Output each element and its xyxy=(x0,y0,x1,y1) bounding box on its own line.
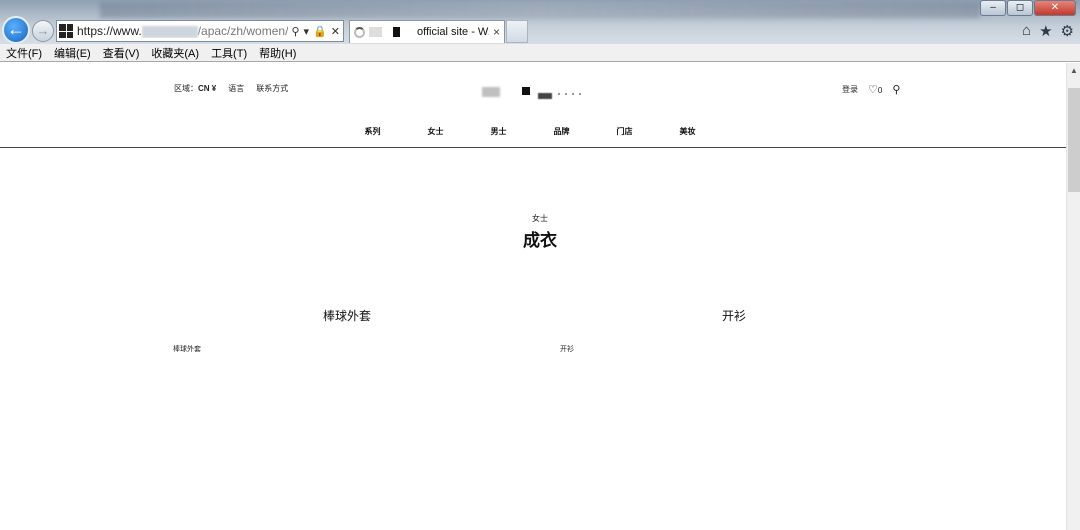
refresh-close-icon[interactable]: ✕ xyxy=(331,25,340,38)
search-icon[interactable]: ⚲ xyxy=(291,25,299,38)
nav-beauty[interactable]: 美妆 xyxy=(680,126,696,137)
menu-help[interactable]: 帮助(H) xyxy=(259,45,296,61)
tab-close-button[interactable]: × xyxy=(493,25,500,39)
nav-women[interactable]: 女士 xyxy=(428,126,444,137)
category-heading-baseball-jacket[interactable]: 棒球外套 xyxy=(323,307,371,324)
heart-icon: ♡ xyxy=(868,84,878,96)
browser-tab[interactable]: official site - W... × xyxy=(349,20,505,43)
wishlist-button[interactable]: ♡0 xyxy=(868,83,882,96)
contact-link[interactable]: 联系方式 xyxy=(256,83,288,94)
gear-icon[interactable]: ⚙ xyxy=(1061,22,1074,40)
nav-brand[interactable]: 品牌 xyxy=(554,126,570,137)
window-controls: – ◻ ✕ xyxy=(980,0,1076,16)
blurred-favorites-bar xyxy=(100,2,980,18)
nav-men[interactable]: 男士 xyxy=(491,126,507,137)
category-sub-label-baseball-jacket[interactable]: 棒球外套 xyxy=(173,344,201,354)
region-label: 区域： xyxy=(174,84,198,93)
brand-logo[interactable] xyxy=(482,85,594,103)
menu-favorites[interactable]: 收藏夹(A) xyxy=(151,45,199,61)
nav-collections[interactable]: 系列 xyxy=(365,126,381,137)
menu-view[interactable]: 查看(V) xyxy=(103,45,140,61)
web-page: 区域：CN ¥ 语言 联系方式 登录 ♡0 ⚲ 系列 女士 男士 品牌 门店 美… xyxy=(0,63,1066,530)
breadcrumb[interactable]: 女士 xyxy=(0,213,1066,224)
region-value: CN ¥ xyxy=(198,84,217,93)
search-icon[interactable]: ⚲ xyxy=(892,83,900,96)
loading-spinner-icon xyxy=(354,26,365,38)
home-icon[interactable]: ⌂ xyxy=(1022,22,1031,40)
menu-file[interactable]: 文件(F) xyxy=(6,45,42,61)
forward-button[interactable]: → xyxy=(32,20,54,42)
tab-title: official site - W... xyxy=(417,26,489,38)
language-link[interactable]: 语言 xyxy=(228,83,244,94)
dropdown-icon[interactable]: ▾ xyxy=(304,25,310,38)
redacted-tab-text xyxy=(369,27,413,37)
close-window-button[interactable]: ✕ xyxy=(1034,0,1076,16)
url-path: /apac/zh/women/rea xyxy=(197,24,289,38)
category-sub-label-cardigan[interactable]: 开衫 xyxy=(560,344,574,354)
minimize-button[interactable]: – xyxy=(980,0,1006,16)
nav-stores[interactable]: 门店 xyxy=(617,126,633,137)
lock-icon[interactable]: 🔒 xyxy=(313,25,327,38)
scroll-up-icon[interactable]: ▲ xyxy=(1067,63,1080,79)
redacted-domain xyxy=(141,25,198,38)
menu-edit[interactable]: 编辑(E) xyxy=(54,45,91,61)
page-title: 成衣 xyxy=(523,231,557,250)
back-button[interactable]: ← xyxy=(2,16,30,44)
scroll-thumb[interactable] xyxy=(1068,88,1080,192)
new-tab-button[interactable] xyxy=(506,20,528,43)
menu-tools[interactable]: 工具(T) xyxy=(211,45,247,61)
region-selector[interactable]: 区域：CN ¥ xyxy=(174,83,216,94)
site-favicon-icon xyxy=(59,24,73,38)
utility-nav-right: 登录 ♡0 ⚲ xyxy=(842,83,900,96)
main-navigation: 系列 女士 男士 品牌 门店 美妆 xyxy=(0,126,1066,137)
url-host: https://www. xyxy=(77,24,142,38)
maximize-button[interactable]: ◻ xyxy=(1007,0,1033,16)
address-text[interactable]: https://www. /apac/zh/women/rea xyxy=(77,24,288,38)
wishlist-count: 0 xyxy=(877,86,883,95)
category-heading-cardigan[interactable]: 开衫 xyxy=(722,307,746,324)
favorites-star-icon[interactable]: ★ xyxy=(1039,22,1052,40)
nav-divider xyxy=(0,147,1066,148)
utility-nav-left: 区域：CN ¥ 语言 联系方式 xyxy=(174,83,288,94)
menu-bar: 文件(F) 编辑(E) 查看(V) 收藏夹(A) 工具(T) 帮助(H) xyxy=(0,44,1080,62)
browser-chrome: – ◻ ✕ ← → https://www. /apac/zh/women/rea… xyxy=(0,0,1080,44)
browser-toolbar-right: ⌂ ★ ⚙ xyxy=(1022,22,1074,40)
address-bar[interactable]: https://www. /apac/zh/women/rea ⚲ ▾ 🔒 ✕ xyxy=(56,20,344,42)
address-tools: ⚲ ▾ 🔒 ✕ xyxy=(288,25,343,38)
login-link[interactable]: 登录 xyxy=(842,84,858,95)
vertical-scrollbar[interactable]: ▲ xyxy=(1066,63,1080,530)
